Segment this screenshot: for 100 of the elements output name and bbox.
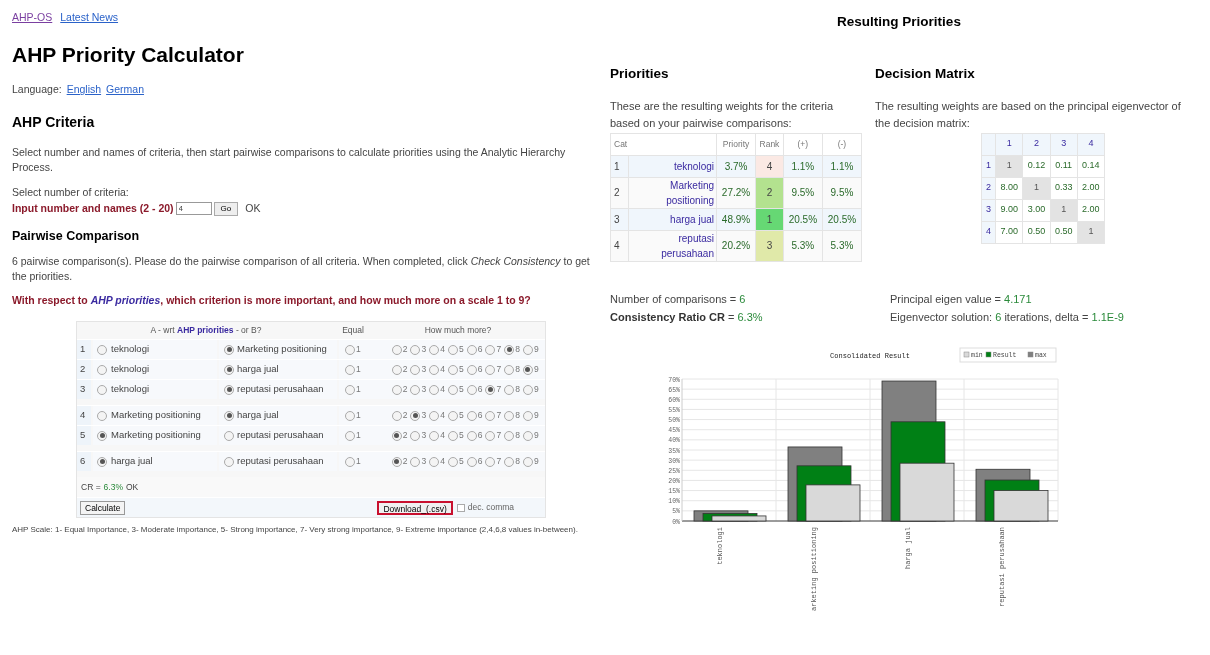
row-header: 3 xyxy=(981,199,996,221)
radio-button[interactable] xyxy=(447,430,458,441)
matrix-cell: 0.12 xyxy=(1022,155,1051,177)
radio-button[interactable] xyxy=(391,364,402,375)
radio-button[interactable] xyxy=(410,364,421,375)
language-link[interactable]: English xyxy=(66,82,102,98)
radio-button[interactable] xyxy=(522,364,533,375)
eigen-value: Principal eigen value = 4.171 xyxy=(890,291,1033,307)
radio-button[interactable] xyxy=(447,364,458,375)
radio-button[interactable] xyxy=(345,430,355,441)
radio-button[interactable] xyxy=(504,410,515,421)
nav-link[interactable]: AHP-OS xyxy=(12,10,53,26)
calculate-button[interactable]: Calculate xyxy=(80,500,126,515)
radio-button[interactable] xyxy=(224,430,234,441)
radio-button[interactable] xyxy=(429,410,440,421)
scale-value: 6 xyxy=(477,363,483,376)
scale-value: 3 xyxy=(421,455,427,468)
radio-button[interactable] xyxy=(345,344,355,355)
radio-button[interactable] xyxy=(345,410,355,421)
scale-value: 2 xyxy=(402,363,408,376)
radio-button[interactable] xyxy=(447,410,458,421)
radio-button[interactable] xyxy=(504,344,515,355)
radio-button[interactable] xyxy=(504,456,515,467)
radio-button[interactable] xyxy=(224,384,234,395)
radio-button[interactable] xyxy=(485,344,496,355)
radio-button[interactable] xyxy=(224,456,234,467)
matrix-cell: 3.00 xyxy=(1022,199,1051,221)
pairwise-intro: 6 pairwise comparison(s). Please do the pairwise comparison of all criteria. When completed, click Check Consistency to get the priorities. xyxy=(12,254,591,285)
radio-button[interactable] xyxy=(522,410,533,421)
radio-button[interactable] xyxy=(504,364,515,375)
comparisons-count: Number of comparisons = 6 xyxy=(610,291,747,307)
radio-button[interactable] xyxy=(485,410,496,421)
radio-button[interactable] xyxy=(97,456,107,467)
scale-value: 1 xyxy=(356,409,361,422)
radio-button[interactable] xyxy=(466,410,477,421)
radio-button[interactable] xyxy=(429,430,440,441)
radio-button[interactable] xyxy=(447,384,458,395)
scale-value: 4 xyxy=(440,383,445,396)
radio-button[interactable] xyxy=(466,430,477,441)
criteria-intro: Select number and names of criteria, then start pairwise comparisons to calculate priorities using the Analytic Hierarchy Process. xyxy=(12,145,567,175)
language-link[interactable]: German xyxy=(106,82,145,98)
radio-button[interactable] xyxy=(224,364,234,375)
radio-button[interactable] xyxy=(391,456,402,467)
radio-button[interactable] xyxy=(410,410,421,421)
radio-button[interactable] xyxy=(97,410,107,421)
radio-button[interactable] xyxy=(97,430,107,441)
radio-button[interactable] xyxy=(429,456,440,467)
radio-button[interactable] xyxy=(97,364,107,375)
radio-button[interactable] xyxy=(522,384,533,395)
radio-button[interactable] xyxy=(97,344,107,355)
scale-value: 7 xyxy=(496,455,502,468)
scale-value: 3 xyxy=(421,409,427,422)
dec-comma-checkbox[interactable] xyxy=(456,503,465,512)
radio-button[interactable] xyxy=(522,344,533,355)
radio-button[interactable] xyxy=(345,364,355,375)
radio-button[interactable] xyxy=(504,430,515,441)
radio-button[interactable] xyxy=(447,344,458,355)
criteria-count-field[interactable]: 4 xyxy=(175,202,212,216)
radio-button[interactable] xyxy=(466,384,477,395)
radio-button[interactable] xyxy=(485,364,496,375)
radio-button[interactable] xyxy=(97,384,107,395)
radio-button[interactable] xyxy=(345,456,355,467)
scale-value: 3 xyxy=(421,383,427,396)
section-heading: Pairwise Comparison xyxy=(12,227,141,245)
table-cell: 9.5% xyxy=(783,177,823,208)
download-button[interactable]: Download_(.csv) xyxy=(377,500,453,515)
scale-value: 2 xyxy=(402,343,408,356)
radio-button[interactable] xyxy=(410,430,421,441)
radio-button[interactable] xyxy=(466,344,477,355)
radio-button[interactable] xyxy=(429,344,440,355)
radio-button[interactable] xyxy=(391,344,402,355)
table-cell: 3.7% xyxy=(716,155,756,177)
radio-button[interactable] xyxy=(466,456,477,467)
radio-button[interactable] xyxy=(410,384,421,395)
scale-value: 5 xyxy=(458,363,464,376)
radio-button[interactable] xyxy=(485,384,496,395)
radio-button[interactable] xyxy=(345,384,355,395)
radio-button[interactable] xyxy=(391,410,402,421)
radio-button[interactable] xyxy=(391,384,402,395)
scale-value: 9 xyxy=(533,343,539,356)
radio-button[interactable] xyxy=(447,456,458,467)
radio-button[interactable] xyxy=(485,456,496,467)
radio-button[interactable] xyxy=(504,384,515,395)
scale-value: 6 xyxy=(477,343,483,356)
radio-button[interactable] xyxy=(485,430,496,441)
go-button[interactable]: Go xyxy=(213,201,239,216)
radio-button[interactable] xyxy=(522,430,533,441)
radio-button[interactable] xyxy=(224,344,234,355)
radio-button[interactable] xyxy=(391,430,402,441)
radio-button[interactable] xyxy=(466,364,477,375)
radio-button[interactable] xyxy=(224,410,234,421)
radio-button[interactable] xyxy=(522,456,533,467)
table-cell: 3 xyxy=(610,208,629,230)
radio-button[interactable] xyxy=(410,456,421,467)
radio-button[interactable] xyxy=(429,384,440,395)
row-number: 6 xyxy=(77,452,91,471)
radio-button[interactable] xyxy=(429,364,440,375)
radio-button[interactable] xyxy=(410,344,421,355)
column-header: (-) xyxy=(822,133,862,155)
nav-link[interactable]: Latest News xyxy=(60,10,119,26)
